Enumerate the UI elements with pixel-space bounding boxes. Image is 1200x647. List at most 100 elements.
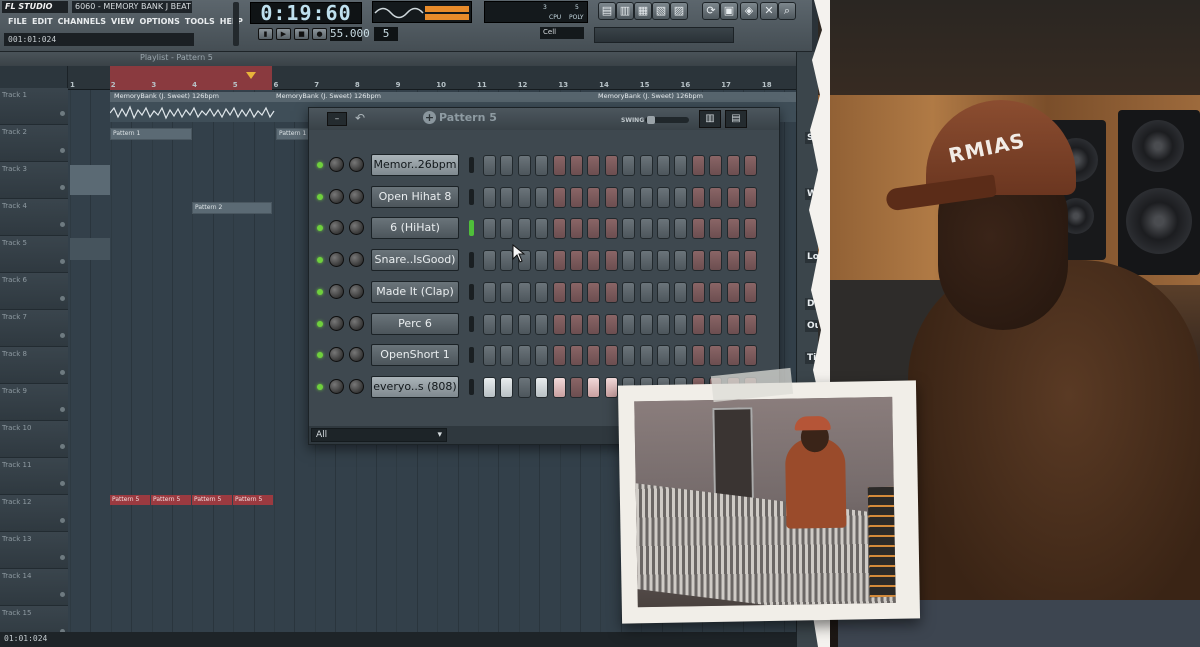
close-tool-icon[interactable]: ✕: [760, 2, 778, 20]
search-icon[interactable]: ⌕: [778, 2, 796, 20]
stop-button[interactable]: ■: [294, 28, 309, 40]
step-button[interactable]: [604, 186, 618, 208]
track-mute-led[interactable]: [60, 333, 65, 338]
track-header[interactable]: Track 9: [0, 384, 68, 421]
step-button[interactable]: [535, 376, 549, 398]
step-button[interactable]: [517, 155, 531, 176]
track-header[interactable]: Track 1: [0, 88, 68, 125]
volume-knob[interactable]: [349, 315, 364, 331]
volume-knob[interactable]: [349, 347, 364, 363]
step-button[interactable]: [691, 155, 705, 176]
channel-led[interactable]: [317, 320, 323, 327]
track-mute-led[interactable]: [60, 111, 65, 116]
pattern-selector[interactable]: Pattern 5: [439, 111, 497, 124]
step-button[interactable]: [517, 313, 531, 335]
browser-icon[interactable]: ▨: [670, 2, 688, 20]
step-button[interactable]: [691, 186, 705, 208]
step-button[interactable]: [535, 155, 549, 176]
channel-name-button[interactable]: Made It (Clap): [371, 280, 459, 303]
track-header[interactable]: Track 5: [0, 236, 68, 273]
master-volume-slider[interactable]: [233, 2, 239, 46]
step-button[interactable]: [622, 250, 636, 272]
step-button[interactable]: [657, 186, 670, 208]
step-button[interactable]: [622, 186, 636, 208]
step-button[interactable]: [500, 345, 514, 367]
step-button[interactable]: [587, 281, 601, 303]
step-button[interactable]: [639, 250, 653, 272]
step-button[interactable]: [535, 186, 549, 208]
pan-knob[interactable]: [329, 220, 344, 236]
step-button[interactable]: [552, 155, 566, 176]
step-button[interactable]: [744, 186, 757, 208]
step-button[interactable]: [674, 250, 688, 272]
track-mute-led[interactable]: [60, 185, 65, 190]
menu-channels[interactable]: CHANNELS: [58, 15, 106, 29]
track-mute-led[interactable]: [60, 481, 65, 486]
step-button[interactable]: [691, 250, 705, 272]
menu-view[interactable]: VIEW: [111, 15, 134, 29]
step-button[interactable]: [657, 313, 670, 335]
step-button[interactable]: [709, 218, 723, 240]
pattern-song-toggle[interactable]: ▮: [258, 28, 273, 40]
step-button[interactable]: [674, 155, 688, 176]
step-button[interactable]: [639, 186, 653, 208]
step-button[interactable]: [674, 281, 688, 303]
step-button[interactable]: [622, 345, 636, 367]
track-header[interactable]: Track 10: [0, 421, 68, 458]
step-button[interactable]: [517, 281, 531, 303]
pattern-clip[interactable]: Pattern 5: [110, 495, 150, 505]
step-button[interactable]: [709, 155, 723, 176]
record-button[interactable]: ●: [312, 28, 327, 40]
step-button[interactable]: [744, 345, 757, 367]
step-button[interactable]: [744, 218, 757, 240]
step-button[interactable]: [674, 186, 688, 208]
step-button[interactable]: [709, 313, 723, 335]
step-button[interactable]: [535, 313, 549, 335]
track-header[interactable]: Track 2: [0, 125, 68, 162]
step-button[interactable]: [726, 313, 740, 335]
step-button[interactable]: [570, 250, 583, 272]
step-button[interactable]: [709, 186, 723, 208]
step-button[interactable]: [726, 155, 740, 176]
step-button[interactable]: [500, 155, 514, 176]
channel-led[interactable]: [317, 257, 323, 264]
volume-knob[interactable]: [349, 188, 364, 204]
step-button[interactable]: [535, 345, 549, 367]
step-button[interactable]: [639, 313, 653, 335]
plugin-icon[interactable]: ◈: [740, 2, 758, 20]
track-header[interactable]: Track 6: [0, 273, 68, 310]
step-button[interactable]: [604, 281, 618, 303]
play-button[interactable]: ▶: [276, 28, 291, 40]
menu-tools[interactable]: TOOLS: [185, 15, 215, 29]
step-button[interactable]: [709, 345, 723, 367]
track-mute-led[interactable]: [60, 296, 65, 301]
step-button[interactable]: [517, 376, 531, 398]
channel-name-button[interactable]: Perc 6: [371, 312, 459, 335]
track-mute-led[interactable]: [60, 259, 65, 264]
step-button[interactable]: [535, 281, 549, 303]
step-button[interactable]: [483, 218, 496, 240]
step-button[interactable]: [726, 281, 740, 303]
channel-led[interactable]: [317, 225, 323, 232]
track-mute-led[interactable]: [60, 148, 65, 153]
undo-icon[interactable]: ↶: [355, 111, 365, 125]
step-button[interactable]: [674, 218, 688, 240]
piano-roll-icon[interactable]: ▥: [616, 2, 634, 20]
pan-knob[interactable]: [329, 315, 344, 331]
add-pattern-icon[interactable]: +: [423, 111, 436, 124]
step-button[interactable]: [709, 250, 723, 272]
step-button[interactable]: [570, 218, 583, 240]
step-button[interactable]: [570, 345, 583, 367]
track-header[interactable]: Track 4: [0, 199, 68, 236]
step-button[interactable]: [744, 250, 757, 272]
step-button[interactable]: [639, 155, 653, 176]
graph-editor-icon[interactable]: ▥: [699, 110, 721, 128]
step-button[interactable]: [622, 313, 636, 335]
track-mute-led[interactable]: [60, 370, 65, 375]
track-header[interactable]: Track 8: [0, 347, 68, 384]
step-button[interactable]: [726, 218, 740, 240]
step-button[interactable]: [726, 345, 740, 367]
pan-knob[interactable]: [329, 347, 344, 363]
channel-name-button[interactable]: OpenShort 1: [371, 344, 459, 367]
step-button[interactable]: [552, 281, 566, 303]
